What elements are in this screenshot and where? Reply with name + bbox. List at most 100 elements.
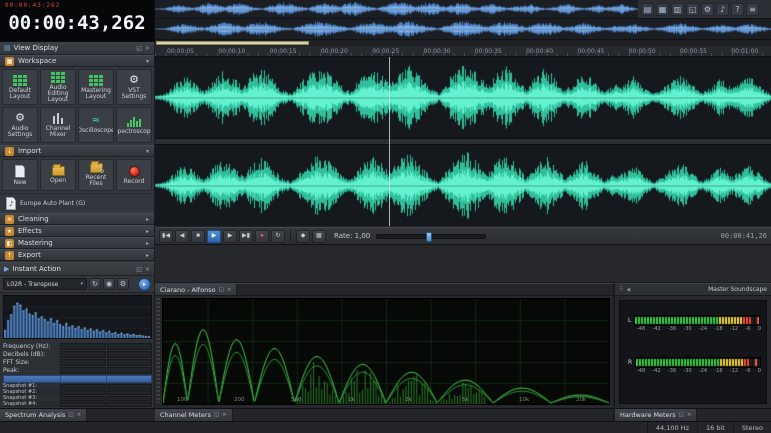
mixer-view-icon[interactable]: ▥ (671, 3, 684, 16)
view-range-indicator[interactable] (156, 41, 309, 45)
overview-waveform-top[interactable] (155, 0, 638, 19)
timeline-label: 00:00:35 (475, 48, 502, 55)
fast-forward-button[interactable]: ▶ (223, 230, 237, 243)
snapshot-value (60, 396, 106, 401)
separator (290, 230, 291, 242)
close-icon[interactable]: × (222, 412, 227, 418)
waveform-view-icon[interactable]: ▤ (641, 3, 654, 16)
import-item-recent-files[interactable]: Recent Files (78, 159, 114, 191)
record-button[interactable]: ● (255, 230, 269, 243)
scale-label: -36 (668, 326, 676, 332)
menu-icon[interactable]: ≡ (746, 3, 759, 16)
close-icon[interactable]: × (227, 287, 232, 293)
timeline-label: 00:01:00 (731, 48, 758, 55)
meter-group-right: R -48-42-36-30-24-18-12-60 (628, 357, 758, 374)
snapshot-icon[interactable]: ◉ (103, 278, 115, 290)
timeline-ruler[interactable]: 00:00:0500:00:1000:00:1500:00:2000:00:25… (155, 46, 771, 57)
grid-view-icon[interactable]: ▦ (656, 3, 669, 16)
section-cleaning[interactable]: ≋Cleaning▸ (0, 213, 154, 225)
workspace-item-default-layout[interactable]: Default Layout (2, 69, 38, 105)
tab-channel-meters[interactable]: Channel Meters ◱ × (155, 409, 233, 421)
time-readout: 00:00:41,26 (721, 232, 767, 240)
tab-spectrum-analysis[interactable]: Spectrum Analysis ◱ × (0, 409, 87, 421)
float-icon[interactable]: ◱ (214, 412, 219, 418)
playhead-cursor[interactable] (389, 57, 390, 226)
rewind-button[interactable]: ◀ (175, 230, 189, 243)
rate-slider[interactable] (376, 234, 486, 239)
close-icon[interactable]: × (145, 45, 150, 52)
chevron-right-icon[interactable]: ▸ (146, 216, 149, 223)
float-icon[interactable]: ◱ (679, 412, 684, 418)
document-tab-label: Ciarano - Alfonso (160, 286, 216, 294)
chevron-down-icon[interactable]: ▾ (146, 58, 149, 65)
hardware-meters-panel: ⠿ ◀ Master Soundscape L -48-42-36-30-24-… (615, 283, 771, 408)
settings-icon[interactable]: ⚙ (117, 278, 129, 290)
skip-end-button[interactable]: ▶▮ (239, 230, 253, 243)
snapshot-label: Snapshot #4: (3, 401, 59, 407)
section-export[interactable]: ↑Export▸ (0, 249, 154, 261)
timeline-label: 00:00:45 (577, 48, 604, 55)
workspace-item-channel-mixer[interactable]: Channel Mixer (40, 107, 76, 143)
tab-label: Hardware Meters (620, 411, 676, 419)
tab-hardware-meters[interactable]: Hardware Meters ◱ × (615, 409, 697, 421)
settings-icon[interactable]: ⚙ (701, 3, 714, 16)
section-workspace[interactable]: ▦ Workspace ▾ (0, 55, 154, 67)
close-icon[interactable]: × (77, 412, 82, 418)
close-icon[interactable]: × (145, 266, 150, 273)
waveform-channel-left[interactable] (155, 57, 771, 139)
panel-drag-handle[interactable] (156, 298, 160, 403)
play-button[interactable]: ▶ (207, 230, 221, 243)
close-icon[interactable]: × (687, 412, 692, 418)
skip-start-button[interactable]: ▮◀ (159, 230, 173, 243)
section-effects[interactable]: ★Effects▸ (0, 225, 154, 237)
apply-button[interactable]: ▸ (138, 278, 151, 291)
view-display-tab[interactable]: ▤ View Display ◱ × (0, 42, 154, 55)
instant-action-header[interactable]: ▶ Instant Action ◱ × (0, 263, 154, 276)
import-item-new[interactable]: New (2, 159, 38, 191)
workspace-item-label: Audio Settings (4, 126, 36, 138)
float-icon[interactable]: ◱ (219, 287, 224, 293)
rate-slider-thumb[interactable] (426, 232, 432, 242)
help-icon[interactable]: ? (731, 3, 744, 16)
chevron-down-icon[interactable]: ▾ (146, 148, 149, 155)
audio-icon[interactable]: ♪ (716, 3, 729, 16)
stop-button[interactable]: ■ (191, 230, 205, 243)
snapshot-value (107, 396, 153, 401)
chevron-right-icon[interactable]: ▸ (146, 240, 149, 247)
grid-layout-icon (89, 75, 103, 86)
window-layout-icon[interactable]: ◱ (686, 3, 699, 16)
timeline-label: 00:00:20 (321, 48, 348, 55)
chevron-right-icon[interactable]: ▸ (146, 252, 149, 259)
chevron-left-icon[interactable]: ◀ (626, 287, 630, 293)
x-axis-label: 100 (177, 397, 188, 403)
section-import[interactable]: ↓ Import ▾ (0, 145, 154, 157)
scale-label: -48 (637, 368, 645, 374)
marker-button[interactable]: ◆ (296, 230, 310, 243)
panel-drag-handle[interactable]: ⠿ (619, 286, 623, 293)
workspace-item-audio-editing-layout[interactable]: Audio Editing Layout (40, 69, 76, 105)
document-tab[interactable]: Ciarano - Alfonso ◱ × (155, 284, 237, 295)
section-mastering[interactable]: ◧Mastering▸ (0, 237, 154, 249)
workspace-item-vst-settings[interactable]: ⚙VST Settings (116, 69, 152, 105)
workspace-item-oscilloscope[interactable]: ≈Oscilloscope (78, 107, 114, 143)
float-icon[interactable]: ◱ (136, 45, 142, 52)
overview-waveform-nav[interactable] (155, 19, 771, 40)
float-icon[interactable]: ◱ (136, 266, 142, 273)
workspace-item-audio-settings[interactable]: ⚙Audio Settings (2, 107, 38, 143)
refresh-icon[interactable]: ↻ (89, 278, 101, 290)
chevron-right-icon[interactable]: ▸ (146, 228, 149, 235)
import-item-open[interactable]: Open (40, 159, 76, 191)
transport-buttons: ▮◀◀■▶▶▶▮●↻◆▦ (159, 230, 326, 243)
workspace-item-spectroscope[interactable]: Spectroscope (116, 107, 152, 143)
workspace-item-mastering-layout[interactable]: Mastering Layout (78, 69, 114, 105)
snapshot-row[interactable]: Snapshot #4: (3, 401, 152, 407)
import-item-record[interactable]: Record (116, 159, 152, 191)
snap-button[interactable]: ▦ (312, 230, 326, 243)
info-value (60, 351, 106, 358)
waveform-channel-right[interactable] (155, 144, 771, 226)
loop-button[interactable]: ↻ (271, 230, 285, 243)
recent-file-item[interactable]: Europe Auto Plant (G) (0, 193, 154, 213)
float-icon[interactable]: ◱ (68, 412, 73, 418)
preset-select[interactable]: L02R - Transpose ▾ (3, 278, 87, 290)
scale-label: -18 (714, 326, 722, 332)
